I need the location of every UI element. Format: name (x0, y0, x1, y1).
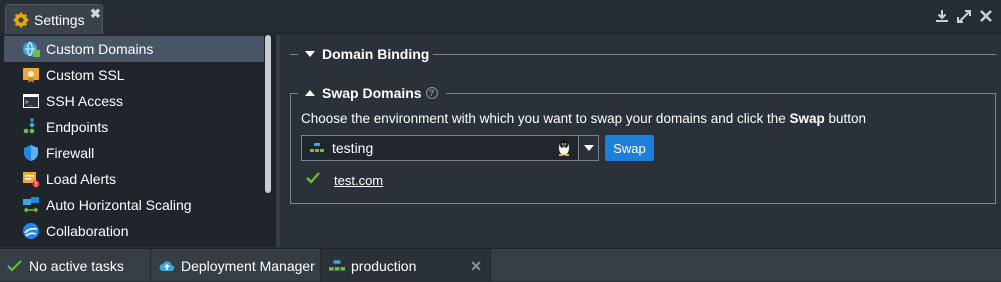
download-icon[interactable] (935, 8, 949, 24)
swap-description: Choose the environment with which you wa… (301, 111, 866, 126)
tab-deployment-manager[interactable]: Deployment Manager (151, 249, 321, 282)
swap-description-suffix: button (824, 111, 867, 126)
close-tab-icon[interactable]: ✕ (470, 258, 482, 275)
sidebar-item-label: Load Alerts (46, 171, 117, 187)
sidebar-item-label: Custom Domains (46, 41, 154, 57)
fieldset-line (433, 54, 996, 55)
collaboration-icon (23, 223, 39, 239)
tasks-status-label: No active tasks (29, 257, 124, 274)
alert-icon (23, 172, 40, 188)
tasks-status[interactable]: No active tasks (0, 249, 151, 282)
ssl-certificate-icon (23, 68, 39, 83)
production-label: production (351, 257, 417, 274)
custom-domains-icon (23, 41, 40, 57)
linux-tux-icon (559, 140, 569, 156)
sidebar-item-load-alerts[interactable]: Load Alerts (4, 166, 264, 192)
endpoints-icon (23, 118, 35, 134)
environment-icon (329, 259, 345, 271)
domain-binding-title: Domain Binding (322, 46, 430, 62)
domain-link[interactable]: test.com (334, 173, 383, 188)
bottom-taskbar: No active tasks Deployment Manager produ… (0, 248, 1001, 282)
swap-button[interactable]: Swap (605, 135, 654, 161)
environment-icon (310, 143, 324, 152)
settings-sidebar: Custom Domains Custom SSL >_ SSH Access … (0, 35, 276, 247)
sidebar-scrollbar[interactable] (265, 35, 271, 193)
swap-description-bold: Swap (789, 111, 825, 126)
sidebar-item-custom-ssl[interactable]: Custom SSL (4, 62, 264, 88)
settings-main-panel: Domain Binding Swap Domains ? Choose the… (280, 35, 1001, 247)
sidebar-item-label: Collaboration (46, 223, 129, 239)
maximize-icon[interactable] (957, 8, 971, 24)
collapse-arrow-icon (305, 51, 315, 57)
close-window-icon[interactable] (979, 8, 993, 24)
tab-settings[interactable]: Settings ✖ (5, 4, 103, 34)
window-controls (935, 8, 993, 24)
sidebar-item-ssh-access[interactable]: >_ SSH Access (4, 88, 264, 114)
window-titlebar: Settings ✖ (0, 0, 1001, 34)
checkmark-icon (7, 259, 22, 272)
shield-icon (24, 145, 38, 161)
sidebar-item-label: SSH Access (46, 93, 124, 109)
checkmark-icon (306, 172, 320, 184)
sidebar-item-collaboration[interactable]: Collaboration (4, 218, 264, 244)
sidebar-item-firewall[interactable]: Firewall (4, 140, 264, 166)
sidebar-item-endpoints[interactable]: Endpoints (4, 114, 264, 140)
tab-production[interactable]: production ✕ (321, 249, 491, 282)
cloud-upload-icon (159, 260, 175, 271)
deployment-manager-label: Deployment Manager (181, 257, 315, 274)
domain-binding-header[interactable]: Domain Binding (304, 46, 429, 62)
sidebar-item-label: Firewall (46, 145, 95, 161)
sidebar-item-label: Custom SSL (46, 67, 125, 83)
fieldset-line (290, 54, 298, 55)
environment-dropdown-trigger[interactable] (578, 136, 598, 160)
tab-close-icon[interactable]: ✖ (90, 6, 101, 22)
terminal-icon: >_ (23, 94, 39, 108)
tab-settings-label: Settings (34, 12, 85, 28)
gear-icon (13, 12, 29, 28)
sidebar-item-label: Auto Horizontal Scaling (46, 197, 192, 213)
environment-select[interactable]: testing (301, 135, 599, 161)
sidebar-item-auto-horizontal-scaling[interactable]: Auto Horizontal Scaling (4, 192, 264, 218)
chevron-down-icon (583, 145, 594, 151)
swap-description-text: Choose the environment with which you wa… (301, 111, 790, 126)
environment-select-value: testing (332, 140, 374, 156)
sidebar-item-custom-domains[interactable]: Custom Domains (4, 36, 264, 62)
sidebar-item-label: Endpoints (46, 119, 109, 135)
svg-text:>_: >_ (25, 99, 33, 106)
scaling-icon (23, 197, 39, 213)
